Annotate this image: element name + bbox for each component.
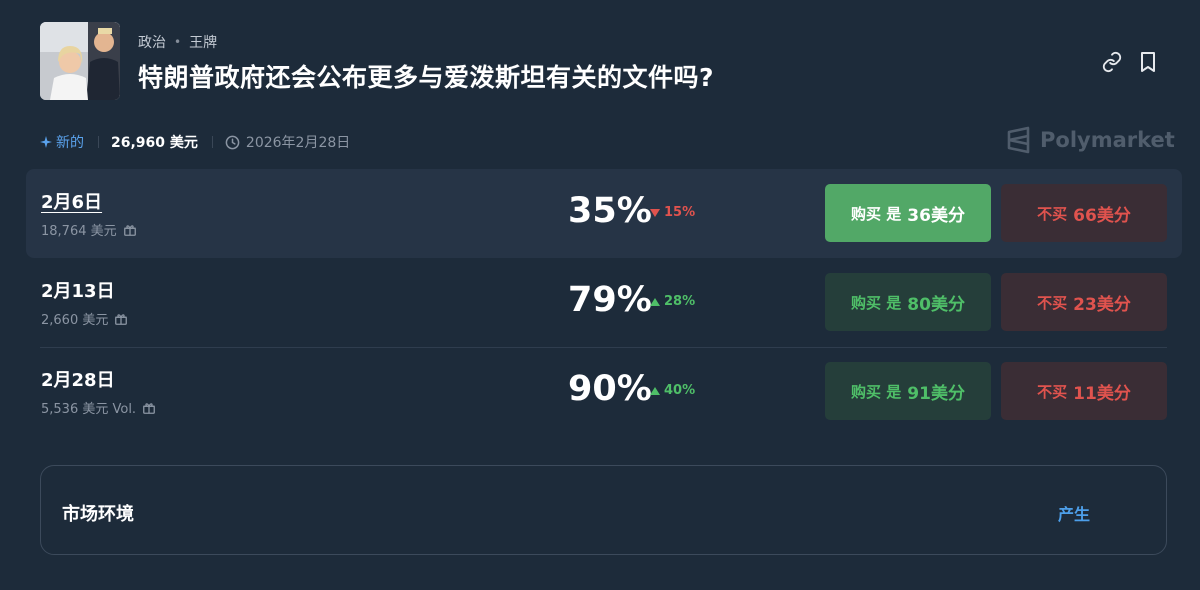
buy-no-label: 不买 — [1037, 204, 1068, 223]
buy-no-price: 11美分 — [1073, 383, 1131, 404]
market-meta: 新的 26,960 美元 2026年2月28日 — [40, 131, 350, 153]
outcome-probability: 90% — [568, 369, 652, 409]
buy-yes-button[interactable]: 购买 是 36美分 — [825, 184, 991, 242]
buy-no-button[interactable]: 不买 23美分 — [1001, 273, 1167, 331]
breadcrumb-separator: • — [174, 35, 182, 49]
breadcrumb: 政治 • 王牌 — [138, 32, 217, 52]
tag-link[interactable]: 王牌 — [189, 32, 217, 52]
link-icon[interactable] — [1100, 50, 1124, 74]
gift-icon — [115, 313, 128, 325]
outcome-date[interactable]: 2月28日 — [41, 366, 115, 392]
triangle-down-icon — [650, 208, 660, 217]
bookmark-icon[interactable] — [1136, 50, 1160, 74]
probability-change-value: 15% — [664, 205, 696, 220]
market-thumbnail — [40, 22, 120, 100]
market-title: 特朗普政府还会公布更多与爱泼斯坦有关的文件吗? — [138, 63, 715, 92]
outcome-volume: 18,764 美元 — [41, 220, 137, 239]
total-volume: 26,960 美元 — [111, 135, 198, 151]
end-date: 2026年2月28日 — [245, 135, 351, 151]
triangle-up-icon — [650, 297, 660, 306]
buy-no-button[interactable]: 不买 66美分 — [1001, 184, 1167, 242]
probability-change-value: 40% — [664, 383, 696, 398]
probability-change: 15% — [650, 205, 695, 220]
buy-no-label: 不买 — [1037, 293, 1068, 312]
buy-yes-button[interactable]: 购买 是 91美分 — [825, 362, 991, 420]
brand-name: Polymarket — [1040, 128, 1175, 152]
market-context-panel: 市场环境 产生 — [40, 465, 1167, 555]
buy-yes-label: 购买 是 — [851, 204, 902, 223]
outcome-row[interactable]: 2月6日 18,764 美元 35% 15% 购买 是 36美分 不买 66美分 — [26, 169, 1182, 258]
category-link[interactable]: 政治 — [138, 32, 166, 52]
new-badge: 新的 — [40, 132, 84, 152]
clock-icon — [225, 135, 240, 150]
outcome-probability: 35% — [568, 191, 652, 231]
buy-yes-price: 36美分 — [907, 205, 965, 226]
outcome-volume-text: 5,536 美元 Vol. — [41, 402, 137, 417]
buy-no-price: 66美分 — [1073, 205, 1131, 226]
market-context-title: 市场环境 — [62, 504, 134, 525]
outcome-probability: 79% — [568, 280, 652, 320]
divider — [211, 136, 213, 148]
generate-context-button[interactable]: 产生 — [1058, 501, 1090, 525]
sparkle-icon — [40, 136, 52, 148]
outcome-volume-text: 2,660 美元 — [41, 313, 109, 328]
probability-change: 40% — [650, 383, 695, 398]
buy-yes-label: 购买 是 — [851, 382, 902, 401]
divider — [98, 136, 99, 148]
buy-yes-label: 购买 是 — [851, 293, 902, 312]
outcome-row[interactable]: 2月28日 5,536 美元 Vol. 90% 40% 购买 是 91美分 不买… — [26, 347, 1182, 436]
polymarket-logo-icon — [1007, 126, 1030, 154]
outcome-volume: 2,660 美元 — [41, 309, 128, 328]
outcome-row[interactable]: 2月13日 2,660 美元 79% 28% 购买 是 80美分 不买 23美分 — [26, 258, 1182, 347]
triangle-up-icon — [650, 386, 660, 395]
probability-change-value: 28% — [664, 294, 696, 309]
buy-no-price: 23美分 — [1073, 294, 1131, 315]
gift-icon — [123, 224, 136, 236]
new-label: 新的 — [56, 135, 84, 151]
buy-yes-button[interactable]: 购买 是 80美分 — [825, 273, 991, 331]
probability-change: 28% — [650, 294, 695, 309]
buy-no-button[interactable]: 不买 11美分 — [1001, 362, 1167, 420]
polymarket-brand: Polymarket — [1006, 126, 1175, 154]
gift-icon — [143, 402, 155, 414]
buy-yes-price: 80美分 — [907, 294, 965, 315]
buy-no-label: 不买 — [1037, 382, 1068, 401]
outcome-date[interactable]: 2月13日 — [41, 277, 115, 303]
buy-yes-price: 91美分 — [907, 383, 965, 404]
outcome-date[interactable]: 2月6日 — [41, 188, 102, 214]
outcome-volume: 5,536 美元 Vol. — [41, 398, 156, 417]
outcome-volume-text: 18,764 美元 — [41, 224, 117, 239]
